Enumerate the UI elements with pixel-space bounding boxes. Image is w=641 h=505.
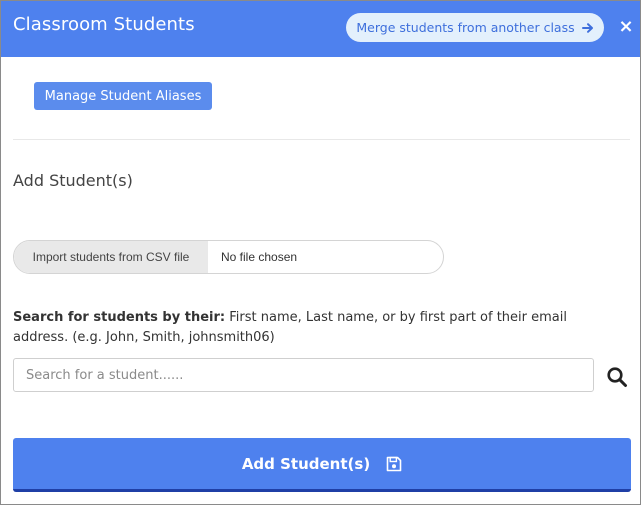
search-icon[interactable] — [606, 366, 628, 388]
arrow-right-icon — [581, 22, 594, 34]
close-icon[interactable]: × — [618, 15, 634, 39]
search-description-prefix: Search for students by their: — [13, 310, 226, 325]
csv-file-input[interactable]: Import students from CSV file No file ch… — [13, 240, 444, 274]
search-description: Search for students by their: First name… — [13, 308, 625, 348]
add-students-label: Add Student(s) — [241, 454, 371, 473]
add-students-heading: Add Student(s) — [13, 171, 133, 190]
merge-students-button[interactable]: Merge students from another class — [346, 13, 604, 42]
student-search-input[interactable] — [13, 358, 594, 392]
manage-aliases-button[interactable]: Manage Student Aliases — [34, 82, 212, 110]
add-students-button[interactable]: Add Student(s) — [13, 438, 631, 492]
dialog-header: Classroom Students Merge students from a… — [1, 1, 640, 57]
file-status-text: No file chosen — [221, 250, 298, 264]
merge-students-label: Merge students from another class — [356, 20, 575, 35]
import-csv-button[interactable]: Import students from CSV file — [14, 241, 208, 273]
save-icon — [386, 456, 402, 472]
section-divider — [13, 139, 630, 140]
classroom-students-dialog: Classroom Students Merge students from a… — [0, 0, 641, 505]
dialog-title: Classroom Students — [13, 14, 195, 35]
